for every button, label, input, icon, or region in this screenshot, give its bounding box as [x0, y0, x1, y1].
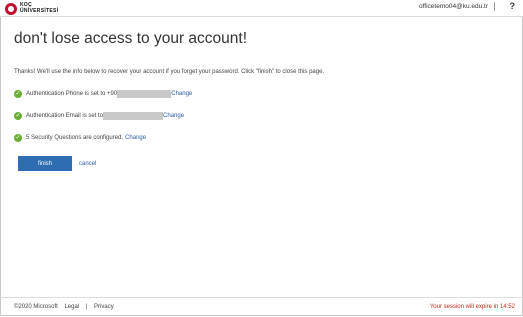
logo-line-2: ÜNİVERSİTESİ	[20, 7, 59, 14]
page-title: don't lose access to your account!	[14, 30, 248, 47]
logo: KOÇ ÜNİVERSİTESİ	[5, 2, 58, 15]
privacy-link[interactable]: Privacy	[94, 304, 114, 310]
auth-phone-item: ✓ Authentication Phone is set to +90 Cha…	[14, 90, 192, 98]
security-questions-item: ✓ 5 Security Questions are configured. C…	[14, 134, 146, 142]
help-icon[interactable]: ?	[510, 1, 516, 11]
footer-links: ©2020 Microsoft Legal | Privacy	[14, 304, 119, 310]
footer-separator: |	[85, 304, 88, 310]
auth-email-text: Authentication Email is set to	[26, 113, 104, 119]
security-questions-text: 5 Security Questions are configured.	[26, 135, 124, 141]
checkmark-icon: ✓	[14, 90, 22, 98]
session-timer: Your session will expire in 14:52	[429, 304, 515, 310]
auth-phone-text: Authentication Phone is set to +90	[26, 91, 118, 97]
checkmark-icon: ✓	[14, 112, 22, 120]
change-questions-link[interactable]: Change	[125, 135, 146, 141]
copyright-text: ©2020 Microsoft	[14, 304, 58, 310]
redacted-email	[103, 112, 164, 120]
legal-link[interactable]: Legal	[64, 304, 79, 310]
university-logo-icon	[5, 2, 17, 15]
finish-button[interactable]: finish	[18, 156, 72, 171]
auth-email-item: ✓ Authentication Email is set to Change	[14, 112, 184, 120]
intro-text: Thanks! We'll use the info below to reco…	[14, 69, 325, 75]
change-phone-link[interactable]: Change	[171, 91, 192, 97]
logo-text: KOÇ ÜNİVERSİTESİ	[20, 2, 59, 14]
checkmark-icon: ✓	[14, 134, 22, 142]
top-bar: KOÇ ÜNİVERSİTESİ officetemo04@ku.edu.tr …	[0, 0, 523, 17]
user-email[interactable]: officetemo04@ku.edu.tr	[419, 3, 488, 10]
header-divider	[494, 2, 495, 11]
change-email-link[interactable]: Change	[163, 113, 184, 119]
redacted-phone	[117, 90, 172, 98]
cancel-link[interactable]: cancel	[79, 161, 96, 167]
